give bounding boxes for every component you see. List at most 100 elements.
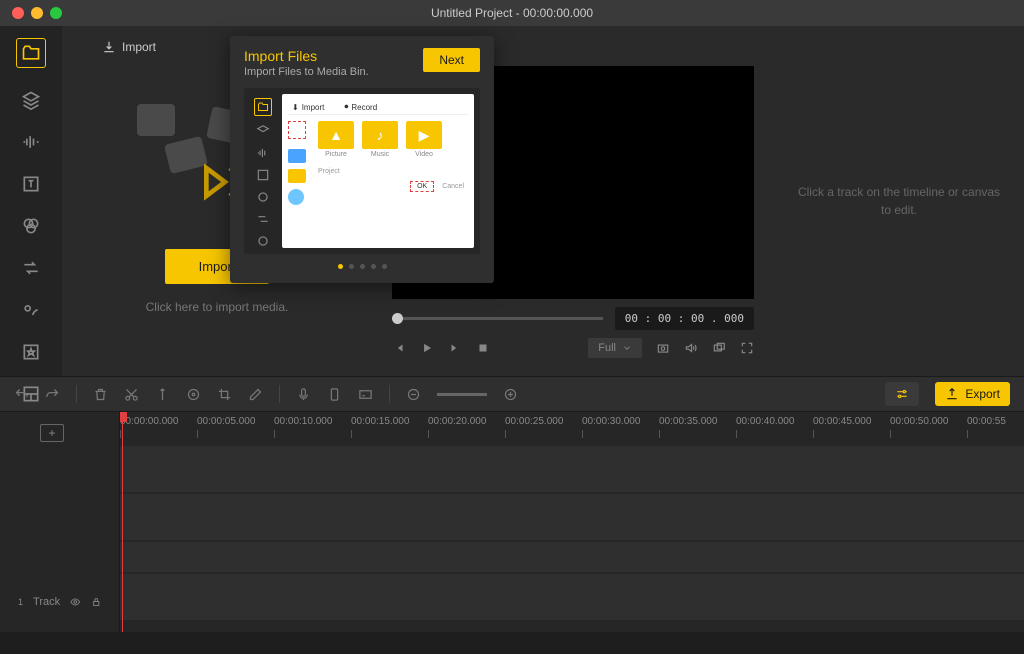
- detach-icon[interactable]: [712, 341, 726, 355]
- titlebar: Untitled Project - 00:00:00.000: [0, 0, 1024, 26]
- popup-dot[interactable]: [382, 264, 387, 269]
- track-row[interactable]: [120, 542, 1024, 572]
- minimize-window-button[interactable]: [31, 7, 43, 19]
- volume-icon[interactable]: [684, 341, 698, 355]
- ruler-tick: 00:00:25.000: [505, 416, 563, 427]
- timeline-tracks-area[interactable]: 00:00:00.00000:00:05.00000:00:10.00000:0…: [120, 412, 1024, 632]
- scrub-row: 00 : 00 : 00 . 000: [392, 307, 754, 330]
- timecode-display: 00 : 00 : 00 . 000: [615, 307, 754, 330]
- chevron-down-icon: [622, 343, 632, 353]
- export-icon: [945, 387, 959, 401]
- timeline-ruler[interactable]: 00:00:00.00000:00:05.00000:00:10.00000:0…: [120, 412, 1024, 442]
- mini-layers-icon: [256, 124, 270, 138]
- ruler-tick: 00:00:30.000: [582, 416, 640, 427]
- mini-audio-icon: [256, 146, 270, 160]
- sidebar-text-icon[interactable]: [20, 174, 42, 194]
- mini-filters-icon: [256, 190, 270, 204]
- add-track-button[interactable]: +: [40, 424, 64, 442]
- sidebar-favorites-icon[interactable]: [20, 342, 42, 362]
- zoom-in-icon[interactable]: [503, 387, 518, 402]
- timeline: + 1 Track 00:00:00.00000:00:05.00000:00:…: [0, 412, 1024, 632]
- popup-thumb-music: ♪Music: [362, 121, 398, 158]
- sidebar-layers-icon[interactable]: [20, 90, 42, 110]
- track-row[interactable]: [120, 446, 1024, 492]
- scrub-handle[interactable]: [392, 313, 403, 324]
- marker-icon[interactable]: [186, 387, 201, 402]
- timeline-settings-button[interactable]: [885, 382, 919, 406]
- track-name: Track: [33, 596, 60, 608]
- playback-controls: Full: [392, 338, 754, 358]
- play-icon[interactable]: [420, 341, 434, 355]
- mini-cloud-icon: [288, 189, 304, 205]
- ruler-tick: 00:00:50.000: [890, 416, 948, 427]
- next-frame-icon[interactable]: [448, 341, 462, 355]
- inspector-pane: Click a track on the timeline or canvas …: [774, 26, 1024, 376]
- track-header: 1 Track: [0, 590, 119, 614]
- prev-frame-icon[interactable]: [392, 341, 406, 355]
- popup-thumb-video: ▶Video: [406, 121, 442, 158]
- ruler-tick: 00:00:10.000: [274, 416, 332, 427]
- playhead[interactable]: [122, 412, 123, 632]
- fullscreen-icon[interactable]: [740, 341, 754, 355]
- redo-icon[interactable]: [45, 387, 60, 402]
- snapshot-icon[interactable]: [656, 341, 670, 355]
- track-row[interactable]: [120, 494, 1024, 540]
- window-title: Untitled Project - 00:00:00.000: [431, 6, 593, 20]
- crop-icon[interactable]: [217, 387, 232, 402]
- sidebar-media-icon[interactable]: [16, 38, 46, 68]
- popup-dot[interactable]: [338, 264, 343, 269]
- device-icon[interactable]: [327, 387, 342, 402]
- popup-illustration: ⬇ Import ⏺ Record ▲Picture ♪Music ▶Video: [244, 88, 480, 254]
- sidebar-transitions-icon[interactable]: [20, 258, 42, 278]
- mini-text-icon: [256, 168, 270, 182]
- edit-icon[interactable]: [248, 387, 263, 402]
- cut-icon[interactable]: [124, 387, 139, 402]
- popup-thumb-picture: ▲Picture: [318, 121, 354, 158]
- popup-tab-import: ⬇ Import: [292, 102, 324, 112]
- onboarding-popup: Import Files Import Files to Media Bin. …: [230, 36, 494, 283]
- zoom-out-icon[interactable]: [406, 387, 421, 402]
- delete-icon[interactable]: [93, 387, 108, 402]
- app-body: Import Import Click here to import media…: [0, 26, 1024, 376]
- maximize-window-button[interactable]: [50, 7, 62, 19]
- visibility-icon[interactable]: [70, 596, 80, 608]
- timeline-left: + 1 Track: [0, 412, 120, 632]
- sidebar-audio-icon[interactable]: [20, 132, 42, 152]
- preview-size-select[interactable]: Full: [588, 338, 642, 358]
- lock-icon[interactable]: [91, 596, 101, 608]
- popup-dash-indicator: [288, 121, 306, 139]
- zoom-slider[interactable]: [437, 393, 487, 396]
- ruler-tick: 00:00:45.000: [813, 416, 871, 427]
- stop-icon[interactable]: [476, 341, 490, 355]
- import-link-label: Import: [122, 40, 156, 54]
- popup-tab-record: ⏺ Record: [344, 102, 377, 112]
- mic-icon[interactable]: [296, 387, 311, 402]
- popup-dot[interactable]: [360, 264, 365, 269]
- popup-title: Import Files: [244, 48, 369, 64]
- undo-icon[interactable]: [14, 387, 29, 402]
- sliders-icon: [895, 387, 909, 401]
- import-link[interactable]: Import: [102, 40, 156, 54]
- sidebar-elements-icon[interactable]: [20, 300, 42, 320]
- export-button[interactable]: Export: [935, 382, 1010, 406]
- mini-elements-icon: [256, 234, 270, 248]
- caption-icon[interactable]: [358, 387, 373, 402]
- transport: 00 : 00 : 00 . 000 Full: [392, 299, 754, 366]
- popup-dot[interactable]: [371, 264, 376, 269]
- popup-cancel-label: Cancel: [438, 182, 468, 191]
- media-hint: Click here to import media.: [146, 300, 289, 314]
- window-controls: [0, 7, 62, 19]
- scrub-bar[interactable]: [392, 317, 603, 320]
- popup-next-button[interactable]: Next: [423, 48, 480, 72]
- mini-desktop-icon: [288, 149, 306, 163]
- close-window-button[interactable]: [12, 7, 24, 19]
- timeline-toolbar: Export: [0, 376, 1024, 412]
- split-icon[interactable]: [155, 387, 170, 402]
- sidebar: [0, 26, 62, 376]
- popup-dot[interactable]: [349, 264, 354, 269]
- export-label: Export: [965, 387, 1000, 401]
- mini-folder-icon: [288, 169, 306, 183]
- track-row[interactable]: [120, 574, 1024, 620]
- mini-transitions-icon: [256, 212, 270, 226]
- sidebar-filters-icon[interactable]: [20, 216, 42, 236]
